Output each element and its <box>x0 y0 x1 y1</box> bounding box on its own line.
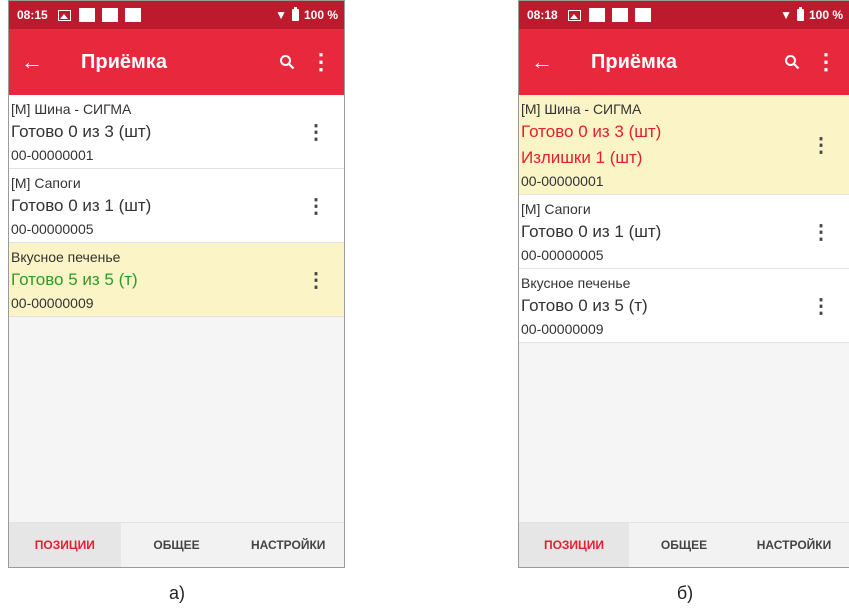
app-bar: ← Приёмка ⋮ <box>9 29 344 95</box>
list-item[interactable]: [М] Шина - СИГМА Готово 0 из 3 (шт) 00-0… <box>9 95 344 169</box>
battery-level: 100 % <box>808 8 843 22</box>
item-surplus: Излишки 1 (шт) <box>521 148 643 167</box>
battery-icon <box>796 7 804 21</box>
item-name: [М] Сапоги <box>521 201 591 217</box>
status-bar: 08:18 ▼ 100 % <box>519 1 849 29</box>
notification-icon <box>101 8 118 22</box>
image-notification-icon <box>567 9 581 21</box>
notification-icon <box>611 8 628 22</box>
app-bar: ← Приёмка ⋮ <box>519 29 849 95</box>
arrow-left-icon[interactable]: ← <box>531 51 561 73</box>
tab-positions[interactable]: ПОЗИЦИИ <box>519 523 629 567</box>
bottom-tabs: ПОЗИЦИИ ОБЩЕЕ НАСТРОЙКИ <box>9 522 344 567</box>
notification-icon <box>124 8 141 22</box>
tab-general[interactable]: ОБЩЕЕ <box>121 523 233 567</box>
items-list: [М] Шина - СИГМА Готово 0 из 3 (шт) 00-0… <box>9 95 344 317</box>
arrow-left-icon[interactable]: ← <box>21 51 51 73</box>
wifi-icon: ▼ <box>780 8 792 22</box>
caption-a: а) <box>168 583 185 603</box>
item-status: Готово 0 из 1 (шт) <box>521 222 662 241</box>
more-vert-icon[interactable]: ⋮ <box>306 193 326 218</box>
item-code: 00-00000009 <box>11 295 94 311</box>
status-right: ▼ 100 % <box>780 7 843 22</box>
list-item[interactable]: Вкусное печенье Готово 0 из 5 (т) 00-000… <box>519 269 849 343</box>
item-name: [М] Шина - СИГМА <box>521 101 642 117</box>
tab-settings[interactable]: НАСТРОЙКИ <box>739 523 849 567</box>
tab-positions[interactable]: ПОЗИЦИИ <box>9 523 121 567</box>
item-status: Готово 0 из 1 (шт) <box>11 196 152 215</box>
wifi-icon: ▼ <box>275 8 287 22</box>
list-item[interactable]: [М] Шина - СИГМА Готово 0 из 3 (шт) Изли… <box>519 95 849 195</box>
phone-screen-b: 08:18 ▼ 100 % ← Приёмка ⋮ [М] Шина - СИГ… <box>518 0 849 568</box>
more-vert-icon[interactable]: ⋮ <box>813 51 839 73</box>
item-code: 00-00000009 <box>521 321 604 337</box>
page-title: Приёмка <box>81 50 167 73</box>
items-list: [М] Шина - СИГМА Готово 0 из 3 (шт) Изли… <box>519 95 849 343</box>
status-time: 08:15 <box>17 8 48 22</box>
search-icon[interactable] <box>779 54 805 70</box>
status-right: ▼ 100 % <box>275 7 338 22</box>
item-code: 00-00000001 <box>11 147 94 163</box>
notification-icon <box>634 8 651 22</box>
item-status: Готово 0 из 3 (шт) <box>521 122 662 141</box>
bottom-tabs: ПОЗИЦИИ ОБЩЕЕ НАСТРОЙКИ <box>519 522 849 567</box>
tab-settings[interactable]: НАСТРОЙКИ <box>232 523 344 567</box>
notification-icon <box>78 8 95 22</box>
item-name: [М] Шина - СИГМА <box>11 101 132 117</box>
more-vert-icon[interactable]: ⋮ <box>308 51 334 73</box>
list-item[interactable]: [М] Сапоги Готово 0 из 1 (шт) 00-0000000… <box>9 169 344 243</box>
status-bar: 08:15 ▼ 100 % <box>9 1 344 29</box>
image-notification-icon <box>57 9 71 21</box>
list-item[interactable]: Вкусное печенье Готово 5 из 5 (т) 00-000… <box>9 243 344 317</box>
battery-level: 100 % <box>303 8 338 22</box>
list-item[interactable]: [М] Сапоги Готово 0 из 1 (шт) 00-0000000… <box>519 195 849 269</box>
more-vert-icon[interactable]: ⋮ <box>306 119 326 144</box>
battery-icon <box>291 7 299 21</box>
tab-general[interactable]: ОБЩЕЕ <box>629 523 739 567</box>
notification-icon <box>588 8 605 22</box>
page-title: Приёмка <box>591 50 677 73</box>
more-vert-icon[interactable]: ⋮ <box>306 267 326 292</box>
search-icon[interactable] <box>274 54 300 70</box>
item-status: Готово 0 из 3 (шт) <box>11 122 152 141</box>
item-code: 00-00000005 <box>521 247 604 263</box>
status-time: 08:18 <box>527 8 558 22</box>
item-status: Готово 0 из 5 (т) <box>521 296 648 315</box>
caption-b: б) <box>676 583 694 603</box>
more-vert-icon[interactable]: ⋮ <box>811 293 831 318</box>
item-name: [М] Сапоги <box>11 175 81 191</box>
item-code: 00-00000005 <box>11 221 94 237</box>
item-status: Готово 5 из 5 (т) <box>11 270 138 289</box>
item-name: Вкусное печенье <box>11 249 121 265</box>
item-name: Вкусное печенье <box>521 275 631 291</box>
more-vert-icon[interactable]: ⋮ <box>811 132 831 157</box>
phone-screen-a: 08:15 ▼ 100 % ← Приёмка ⋮ [М] Шина - СИГ… <box>8 0 345 568</box>
more-vert-icon[interactable]: ⋮ <box>811 219 831 244</box>
item-code: 00-00000001 <box>521 173 604 189</box>
